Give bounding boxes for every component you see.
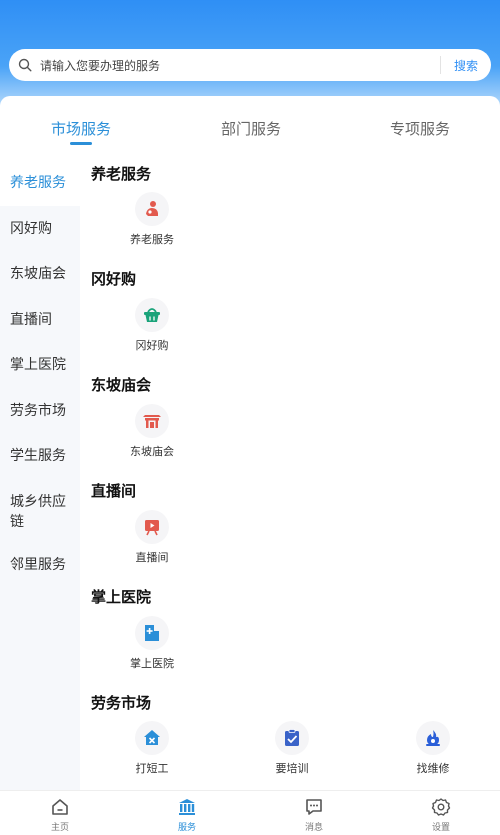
tools-house-icon [135,721,169,755]
service-gang-shopping[interactable]: 冈好购 [117,298,187,353]
service-label: 直播间 [135,551,169,564]
service-label: 找维修 [416,762,450,775]
bank-service-icon [179,799,195,815]
settings-gear-icon [431,798,451,816]
search-icon [18,58,32,72]
training-checklist-icon [275,721,309,755]
service-label: 冈好购 [135,339,169,352]
nav-label: 设置 [431,823,450,833]
service-label: 养老服务 [130,233,174,246]
search-bar[interactable]: 请输入您要办理的服务 搜索 [9,49,491,81]
shopping-basket-icon [135,298,169,332]
service-label: 东坡庙会 [130,445,174,458]
section-title-live-room: 直播间 [91,482,137,500]
nav-services[interactable]: 服务 [157,797,217,833]
sidebar: 养老服务 冈好购 东坡庙会 直播间 掌上医院 劳务市场 学生服务 城乡供应链 邻… [0,156,80,790]
sidebar-item-elderly-care[interactable]: 养老服务 [10,173,72,193]
service-label: 掌上医院 [130,657,174,670]
temple-gate-icon [135,404,169,438]
sidebar-item-neighborhood[interactable]: 邻里服务 [10,555,72,575]
section-title-gang-shopping: 冈好购 [91,270,137,288]
tab-department-services[interactable]: 部门服务 [191,118,311,139]
service-label: 要培训 [275,762,309,775]
service-content: 养老服务 养老服务 冈好购 冈好购 东坡庙会 东坡庙会 直播间 直播间 掌上医院… [80,156,500,790]
service-elderly-care[interactable]: 养老服务 [117,192,187,247]
elderly-care-icon [135,192,169,226]
section-title-labor-market: 劳务市场 [91,694,152,712]
sidebar-item-dongpo-fair[interactable]: 东坡庙会 [10,264,72,284]
nav-messages[interactable]: 消息 [284,797,344,833]
active-tab-indicator [70,142,92,145]
sidebar-item-labor-market[interactable]: 劳务市场 [10,401,72,421]
search-button[interactable]: 搜索 [441,57,491,74]
service-mobile-hospital[interactable]: 掌上医院 [117,616,187,671]
service-training[interactable]: 要培训 [257,721,327,776]
section-title-elderly-care: 养老服务 [91,165,152,183]
repair-flame-icon [416,721,450,755]
message-icon [306,799,322,815]
search-input[interactable]: 请输入您要办理的服务 [40,57,440,74]
service-panel: 市场服务 部门服务 专项服务 养老服务 冈好购 东坡庙会 直播间 掌上医院 劳务… [0,96,500,790]
tab-market-services[interactable]: 市场服务 [21,118,141,139]
service-live-room[interactable]: 直播间 [117,510,187,565]
service-casual-work[interactable]: 打短工 [117,721,187,776]
category-tabs: 市场服务 部门服务 专项服务 [0,96,500,148]
service-repair[interactable]: 找维修 [398,721,468,776]
sidebar-item-supply-chain[interactable]: 城乡供应链 [10,492,72,532]
nav-home[interactable]: 主页 [30,797,90,833]
nav-settings[interactable]: 设置 [411,797,471,833]
live-stream-icon [135,510,169,544]
sidebar-item-gang-shopping[interactable]: 冈好购 [10,219,72,239]
sidebar-item-student-services[interactable]: 学生服务 [10,446,72,466]
hospital-icon [135,616,169,650]
nav-label: 主页 [50,823,69,833]
sidebar-item-live-room[interactable]: 直播间 [10,310,72,330]
service-dongpo-fair[interactable]: 东坡庙会 [117,404,187,459]
tab-special-services[interactable]: 专项服务 [360,118,480,139]
service-label: 打短工 [135,762,169,775]
home-icon [52,799,68,815]
nav-label: 服务 [177,823,196,833]
section-title-mobile-hospital: 掌上医院 [91,588,152,606]
sidebar-item-mobile-hospital[interactable]: 掌上医院 [10,355,72,375]
section-title-dongpo-fair: 东坡庙会 [91,376,152,394]
nav-label: 消息 [304,823,323,833]
bottom-navigation: 主页 服务 消息 设置 [0,790,500,835]
